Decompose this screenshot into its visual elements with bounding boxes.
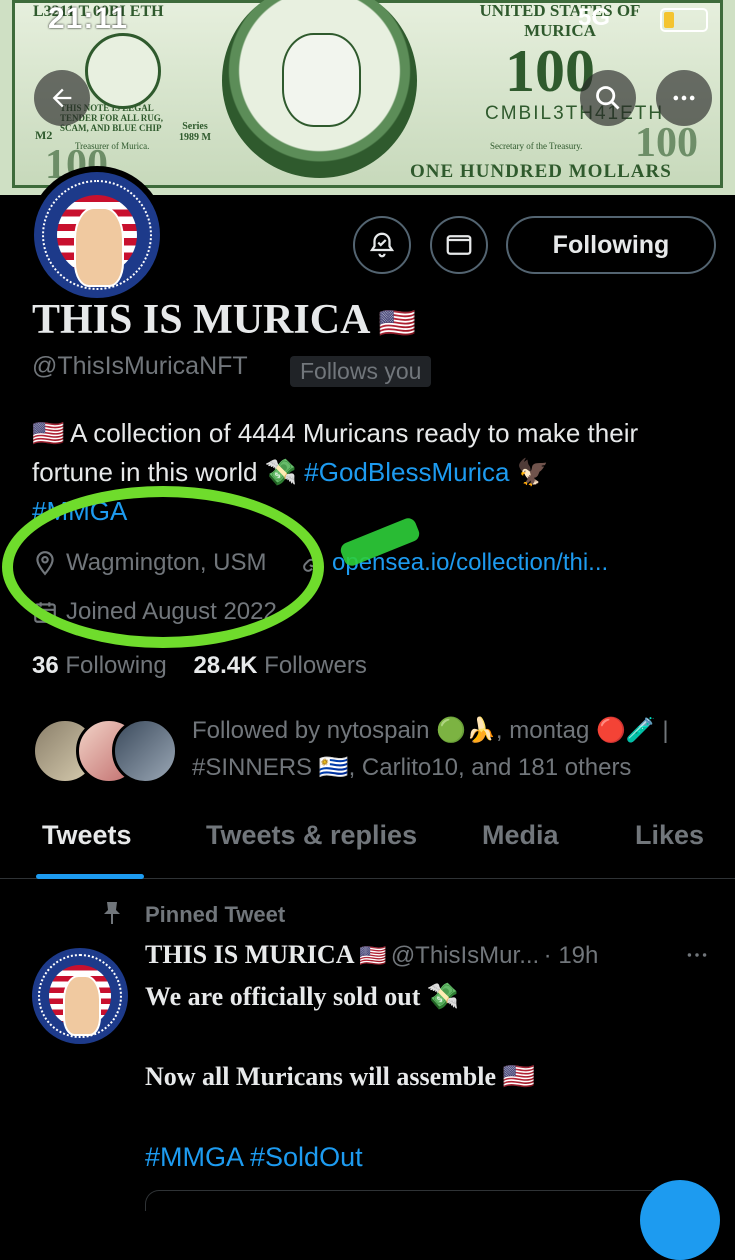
followed-by-line-2: #SINNERS 🇺🇾, Carlito10, and 181 others [192,754,632,781]
banner-bottom-text: ONE HUNDRED MOLLARS [410,161,672,182]
tweet-time[interactable]: · 19h [544,942,599,969]
profile-location: Wagmington, USM [32,549,267,577]
tweet-author-handle[interactable]: @ThisIsMur... [391,942,539,969]
back-arrow-icon [52,88,72,108]
back-button[interactable] [34,70,90,126]
follows-you-badge: Follows you [290,356,432,387]
tweet-hashtags[interactable]: #MMGA #SoldOut [145,1142,363,1173]
tweet-author-name[interactable]: THIS IS MURICA [145,940,355,969]
more-button[interactable] [656,70,712,126]
pin-icon [104,902,120,924]
more-icon [687,953,707,957]
tweet-more-button[interactable] [682,942,712,973]
location-pin-icon [36,551,54,576]
bio-flag: 🇺🇸 [32,418,65,448]
treasury-seal [85,33,161,109]
following-button[interactable]: Following [506,216,716,274]
tab-tweets[interactable]: Tweets [42,820,132,851]
pinned-label: Pinned Tweet [145,902,286,927]
tab-likes[interactable]: Likes [635,820,704,851]
profile-bio: 🇺🇸 A collection of 4444 Muricans ready t… [32,414,712,531]
tweet-header: THIS IS MURICA 🇺🇸 @ThisIsMur... · 19h [145,940,725,970]
link-icon [303,554,321,572]
tab-media[interactable]: Media [482,820,559,851]
banner-series: Series 1989 M [179,121,211,143]
bio-eagle-emoji: 🦅 [516,457,550,487]
follower-avatar-3[interactable] [112,718,178,784]
message-button[interactable] [430,216,488,274]
profile-avatar[interactable] [28,166,166,304]
following-count: 36 [32,652,59,679]
joined-text: Joined August 2022 [66,598,277,625]
search-icon [596,86,620,110]
profile-name-text: THIS IS MURICA [32,297,369,343]
compose-tweet-button[interactable] [640,1180,720,1260]
status-time: 21:11 [48,2,129,35]
profile-joined: Joined August 2022 [32,598,277,626]
pin-icon-wrap [100,900,124,931]
battery-icon [660,8,708,32]
profile-tabs: Tweets Tweets & replies Media Likes [0,806,735,879]
notification-bell-icon [369,232,395,258]
tweet-author-flag: 🇺🇸 [358,943,387,968]
active-tab-indicator [36,874,144,879]
bio-hashtag-godblessmurica[interactable]: #GodBlessMurica [304,457,509,487]
banner-right-signer: Secretary of the Treasury. [490,141,583,151]
tab-tweets-and-replies[interactable]: Tweets & replies [206,820,417,851]
banner-top-right-text: UNITED STATES OF MURICA [479,1,641,40]
tweet-author-avatar[interactable] [32,948,128,1044]
followers-count: 28.4K [193,652,258,679]
tweet-line-2: Now all Muricans will assemble 🇺🇸 [145,1062,535,1091]
status-network: 5G [578,4,611,31]
tweet-line-1: We are officially sold out 💸 [145,982,460,1011]
profile-handle: @ThisIsMuricaNFT [32,352,248,380]
calendar-icon [34,602,56,623]
bill-portrait [222,0,417,178]
followers-label: Followers [264,652,367,679]
search-button[interactable] [580,70,636,126]
bio-hashtag-mmga[interactable]: #MMGA [32,496,127,526]
location-text: Wagmington, USM [66,549,267,576]
following-label: Following [65,652,167,679]
banner-corner-number-right: 100 [635,120,698,166]
profile-name: THIS IS MURICA 🇺🇸 [32,296,416,344]
followed-by-text[interactable]: Followed by nytospain 🟢🍌, montag 🔴🧪 | #S… [192,712,722,786]
mail-icon [446,235,472,255]
notifications-button[interactable] [353,216,411,274]
followers-count-link[interactable]: 28.4K Followers [193,652,366,679]
more-icon [673,95,695,101]
followed-by-line-1: Followed by nytospain 🟢🍌, montag 🔴🧪 | [192,717,669,744]
following-count-link[interactable]: 36 Following [32,652,167,679]
follow-counts: 36 Following 28.4K Followers [32,652,367,680]
tweet-media-card[interactable] [145,1190,707,1211]
profile-name-flag: 🇺🇸 [378,307,416,340]
